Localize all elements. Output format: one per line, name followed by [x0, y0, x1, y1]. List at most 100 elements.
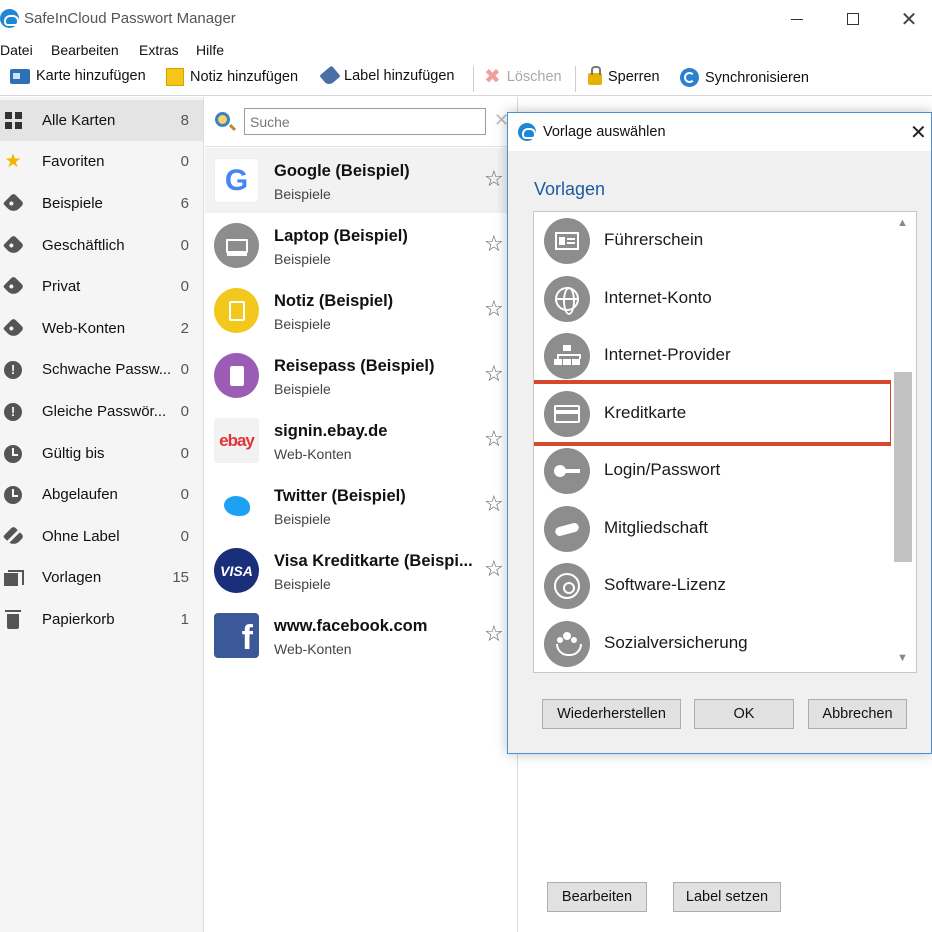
favorite-star-icon[interactable]: ☆	[484, 493, 504, 515]
sidebar-item-ohne-label[interactable]: Ohne Label 0	[0, 516, 203, 557]
card-item[interactable]: VISA Visa Kreditkarte (Beispi... Beispie…	[205, 538, 518, 603]
card-item[interactable]: Notiz (Beispiel) Beispiele ☆	[205, 278, 518, 343]
ok-button[interactable]: OK	[694, 699, 794, 729]
template-list[interactable]: Führerschein Internet-Konto Internet-Pro…	[533, 211, 917, 673]
lock-button[interactable]: Sperren	[588, 66, 660, 85]
sidebar-item-beispiele[interactable]: Beispiele 6	[0, 183, 203, 224]
restore-button[interactable]: Wiederherstellen	[542, 699, 681, 729]
template-item-mitgliedschaft[interactable]: Mitgliedschaft	[534, 500, 890, 558]
templates-icon	[4, 569, 24, 587]
grid-icon	[4, 112, 22, 130]
search-bar: ✕	[205, 97, 518, 147]
edit-button[interactable]: Bearbeiten	[547, 882, 647, 912]
sidebar-item-alle-karten[interactable]: Alle Karten 8	[0, 100, 203, 141]
no-label-icon	[2, 525, 24, 548]
lock-label: Sperren	[608, 68, 660, 85]
visa-logo-icon: VISA	[214, 548, 259, 593]
toolbar: Karte hinzufügen Notiz hinzufügen Label …	[0, 62, 932, 96]
maximize-button[interactable]	[830, 0, 876, 38]
card-item[interactable]: Twitter (Beispiel) Beispiele ☆	[205, 473, 518, 538]
sync-icon	[680, 68, 699, 87]
card-item[interactable]: ebay signin.ebay.de Web-Konten ☆	[205, 408, 518, 473]
sidebar: Alle Karten 8 ★ Favoriten 0 Beispiele 6 …	[0, 97, 204, 932]
dialog-title: Vorlage auswählen	[543, 124, 666, 140]
key-icon	[544, 448, 590, 494]
menu-bearbeiten[interactable]: Bearbeiten	[51, 42, 119, 58]
add-label-button[interactable]: Label hinzufügen	[319, 65, 454, 87]
menu-datei[interactable]: Datei	[0, 42, 33, 58]
sidebar-item-vorlagen[interactable]: Vorlagen 15	[0, 557, 203, 598]
sidebar-item-gleiche-passwoerter[interactable]: ! Gleiche Passwör... 0	[0, 391, 203, 432]
template-item-internet-konto[interactable]: Internet-Konto	[534, 270, 890, 328]
template-list-scrollbar[interactable]: ▲ ▼	[891, 212, 916, 672]
set-label-button[interactable]: Label setzen	[673, 882, 781, 912]
menu-extras[interactable]: Extras	[139, 42, 179, 58]
cancel-button[interactable]: Abbrechen	[808, 699, 907, 729]
card-item[interactable]: Reisepass (Beispiel) Beispiele ☆	[205, 343, 518, 408]
twitter-icon	[214, 483, 259, 528]
sidebar-item-abgelaufen[interactable]: Abgelaufen 0	[0, 474, 203, 515]
tag-icon	[2, 192, 24, 215]
scrollbar-thumb[interactable]	[894, 372, 912, 562]
scroll-up-icon[interactable]: ▲	[897, 217, 908, 229]
sidebar-item-gueltig-bis[interactable]: Gültig bis 0	[0, 433, 203, 474]
card-label: Beispiele	[274, 316, 331, 332]
favorite-star-icon[interactable]: ☆	[484, 428, 504, 450]
scroll-down-icon[interactable]: ▼	[897, 652, 908, 664]
close-window-button[interactable]: ✕	[886, 0, 932, 38]
card-icon	[10, 68, 30, 84]
template-item-fuehrerschein[interactable]: Führerschein	[534, 212, 890, 270]
sidebar-item-count: 0	[180, 278, 189, 295]
minimize-button[interactable]	[774, 0, 820, 38]
sidebar-item-count: 1	[180, 611, 189, 628]
star-icon: ★	[4, 150, 22, 172]
sidebar-item-count: 6	[180, 195, 189, 212]
favorite-star-icon[interactable]: ☆	[484, 168, 504, 190]
maximize-icon	[847, 13, 859, 25]
close-dialog-button[interactable]: ✕	[910, 120, 927, 145]
laptop-icon	[214, 223, 259, 268]
sidebar-item-count: 0	[180, 486, 189, 503]
sidebar-item-web-konten[interactable]: Web-Konten 2	[0, 308, 203, 349]
favorite-star-icon[interactable]: ☆	[484, 363, 504, 385]
favorite-star-icon[interactable]: ☆	[484, 558, 504, 580]
delete-icon: ✖	[484, 66, 501, 88]
add-note-button[interactable]: Notiz hinzufügen	[166, 68, 298, 86]
note-icon	[214, 288, 259, 333]
facebook-logo-icon: f	[214, 613, 259, 658]
template-item-sozialversicherung[interactable]: Sozialversicherung	[534, 615, 890, 673]
add-card-button[interactable]: Karte hinzufügen	[10, 68, 146, 84]
favorite-star-icon[interactable]: ☆	[484, 233, 504, 255]
sidebar-item-label: Ohne Label	[42, 528, 120, 545]
sidebar-item-count: 15	[172, 569, 189, 586]
card-item[interactable]: Laptop (Beispiel) Beispiele ☆	[205, 213, 518, 278]
sync-button[interactable]: Synchronisieren	[680, 68, 809, 87]
card-title: Google (Beispiel)	[274, 162, 410, 180]
minimize-icon	[791, 18, 803, 20]
sidebar-item-geschaeftlich[interactable]: Geschäftlich 0	[0, 225, 203, 266]
card-item[interactable]: G Google (Beispiel) Beispiele ☆	[205, 148, 518, 213]
sidebar-item-privat[interactable]: Privat 0	[0, 266, 203, 307]
card-label: Beispiele	[274, 576, 331, 592]
tag-icon	[2, 275, 24, 298]
card-item[interactable]: f www.facebook.com Web-Konten ☆	[205, 603, 518, 668]
template-item-login-passwort[interactable]: Login/Passwort	[534, 442, 890, 500]
title-bar: SafeInCloud Passwort Manager ✕	[0, 0, 932, 38]
sidebar-item-favoriten[interactable]: ★ Favoriten 0	[0, 141, 203, 182]
network-icon	[544, 333, 590, 379]
favorite-star-icon[interactable]: ☆	[484, 298, 504, 320]
sidebar-item-count: 0	[180, 528, 189, 545]
label-icon	[319, 65, 341, 87]
template-item-internet-provider[interactable]: Internet-Provider	[534, 327, 890, 385]
window-title: SafeInCloud Passwort Manager	[24, 10, 236, 27]
trash-icon	[4, 609, 22, 629]
delete-button[interactable]: ✖ Löschen	[484, 66, 562, 88]
note-icon	[166, 68, 184, 86]
sidebar-item-papierkorb[interactable]: Papierkorb 1	[0, 599, 203, 640]
search-input[interactable]	[244, 108, 486, 135]
sidebar-item-schwache-passwoerter[interactable]: ! Schwache Passw... 0	[0, 349, 203, 390]
dialog-title-bar: Vorlage auswählen ✕	[508, 113, 931, 151]
favorite-star-icon[interactable]: ☆	[484, 623, 504, 645]
menu-hilfe[interactable]: Hilfe	[196, 42, 224, 58]
template-item-software-lizenz[interactable]: Software-Lizenz	[534, 557, 890, 615]
